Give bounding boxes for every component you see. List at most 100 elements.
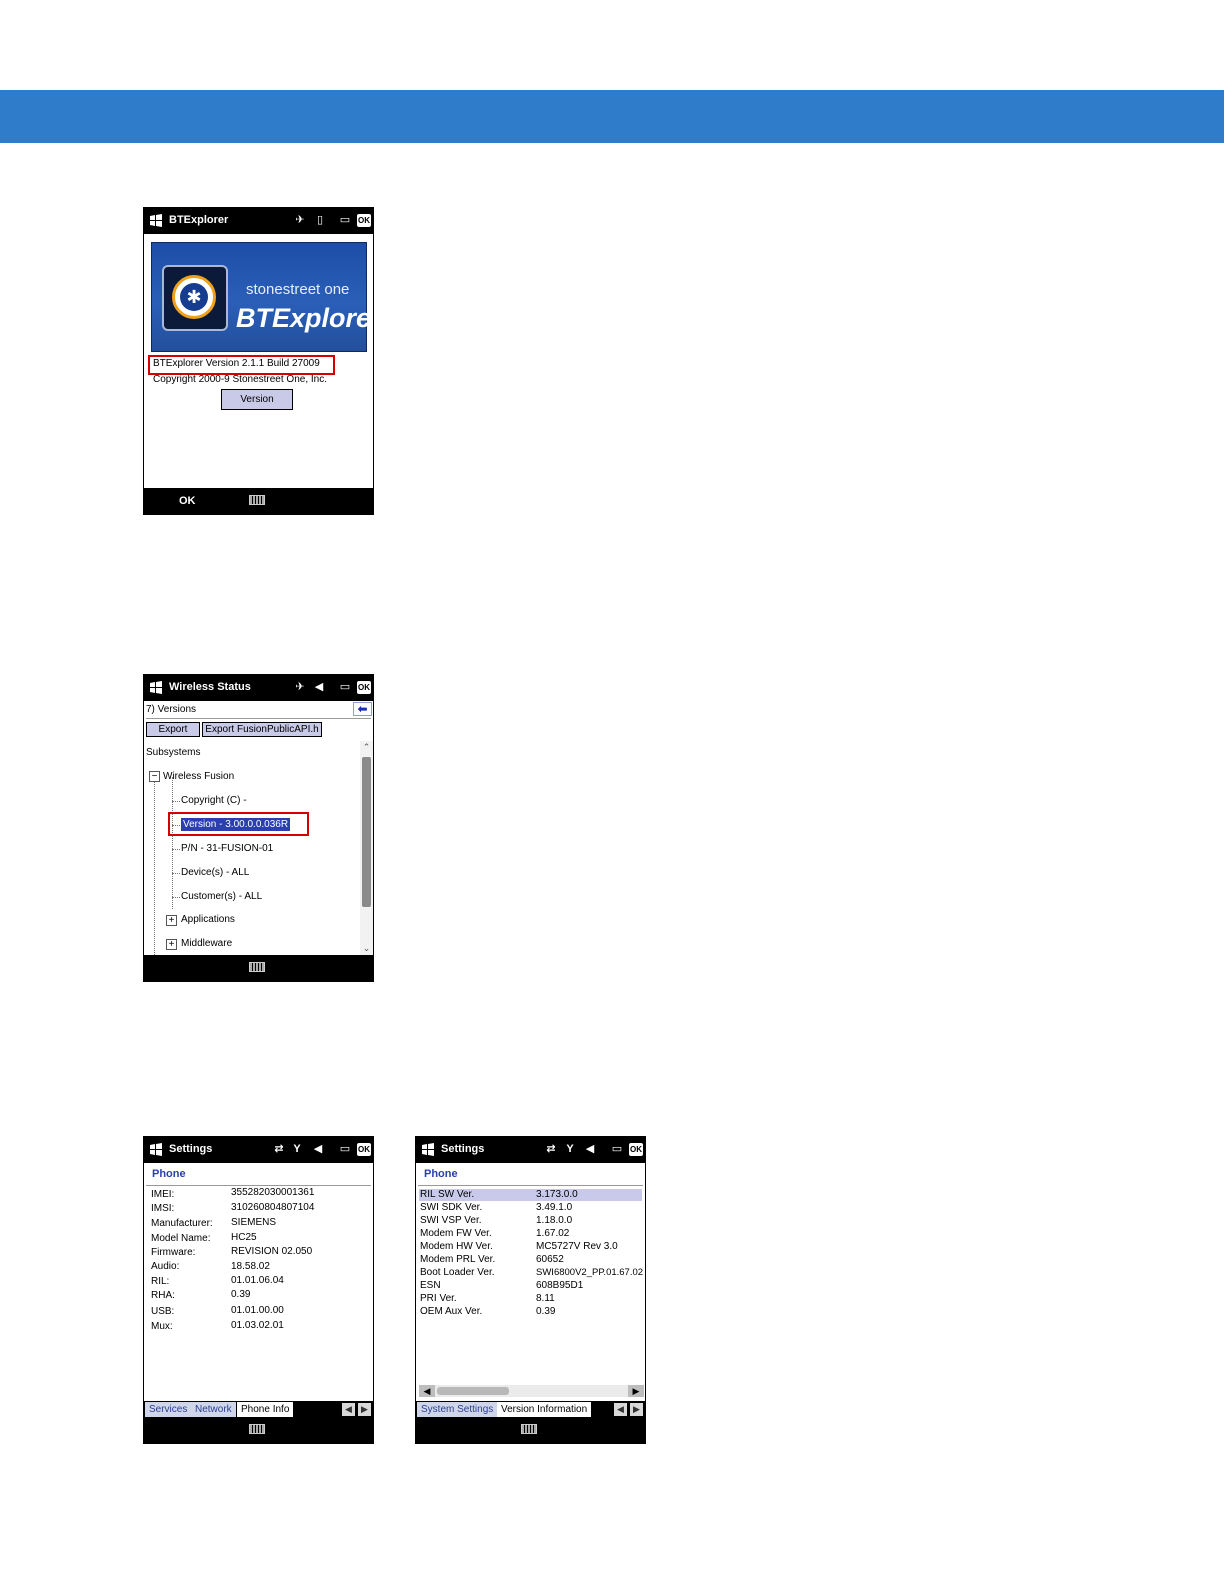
- row-value: 310260804807104: [231, 1202, 315, 1213]
- horizontal-scrollbar[interactable]: ◀ ▶: [419, 1385, 644, 1397]
- keyboard-icon[interactable]: [521, 1424, 537, 1434]
- row-label: RIL:: [151, 1276, 170, 1287]
- row-value[interactable]: 1.18.0.0: [536, 1215, 572, 1226]
- collapse-icon[interactable]: −: [149, 771, 160, 782]
- battery-charging-icon[interactable]: ▭: [608, 1142, 626, 1157]
- window-title: Settings: [441, 1143, 485, 1155]
- scroll-left-button[interactable]: ◀: [419, 1385, 435, 1397]
- row-value: 0.39: [231, 1289, 251, 1300]
- windows-start-icon[interactable]: [421, 1143, 435, 1156]
- wireless-status-screen: Wireless Status ✈ ◀ ▭ OK 7) Versions ⬅ E…: [143, 674, 374, 982]
- btexplorer-logo: ✱ stonestreet one BTExplorer: [151, 242, 373, 352]
- windows-start-icon[interactable]: [149, 214, 163, 227]
- ok-close-button[interactable]: OK: [357, 214, 371, 227]
- row-label[interactable]: SWI VSP Ver.: [420, 1215, 482, 1226]
- speaker-muted-icon[interactable]: ◀: [311, 1142, 325, 1157]
- tree-group-middleware[interactable]: Middleware: [181, 938, 232, 949]
- tab-scroll-left-button[interactable]: ◀: [614, 1403, 627, 1416]
- row-value[interactable]: MC5727V Rev 3.0: [536, 1241, 618, 1252]
- tree-root-label[interactable]: Wireless Fusion: [163, 771, 234, 782]
- row-label[interactable]: Modem FW Ver.: [420, 1228, 492, 1239]
- tab-version-information[interactable]: Version Information: [497, 1402, 592, 1418]
- row-label[interactable]: RIL SW Ver.: [420, 1189, 474, 1200]
- row-label[interactable]: SWI SDK Ver.: [420, 1202, 482, 1213]
- row-label[interactable]: ESN: [420, 1280, 441, 1291]
- windows-start-icon[interactable]: [149, 1143, 163, 1156]
- expand-icon[interactable]: +: [166, 915, 177, 926]
- row-label[interactable]: Boot Loader Ver.: [420, 1267, 495, 1278]
- expand-icon[interactable]: +: [166, 939, 177, 950]
- row-label[interactable]: PRI Ver.: [420, 1293, 457, 1304]
- battery-icon[interactable]: ▭: [336, 680, 354, 695]
- data-sync-icon[interactable]: ⇄: [271, 1142, 287, 1157]
- row-value: 01.01.06.04: [231, 1275, 284, 1286]
- windows-start-icon[interactable]: [149, 681, 163, 694]
- export-button[interactable]: Export: [146, 722, 200, 737]
- tab-phone-info[interactable]: Phone Info: [237, 1402, 294, 1418]
- row-value[interactable]: 608B95D1: [536, 1280, 583, 1291]
- keyboard-icon[interactable]: [249, 962, 265, 972]
- scroll-right-button[interactable]: ▶: [628, 1385, 644, 1397]
- tree-group-applications[interactable]: Applications: [181, 914, 235, 925]
- signal-strength-icon[interactable]: Y: [563, 1142, 577, 1157]
- tree-item-copyright[interactable]: Copyright (C) -: [181, 795, 247, 806]
- tab-scroll-right-button[interactable]: ▶: [630, 1403, 643, 1416]
- row-value[interactable]: SWI6800V2_PP.01.67.02: [536, 1267, 643, 1278]
- tree-guide: [154, 777, 155, 957]
- tab-network[interactable]: Network: [191, 1402, 236, 1418]
- keyboard-icon[interactable]: [249, 495, 265, 505]
- version-button[interactable]: Version: [221, 389, 293, 410]
- row-value: REVISION 02.050: [231, 1246, 313, 1257]
- ok-softkey[interactable]: OK: [179, 495, 196, 507]
- row-value[interactable]: 1.67.02: [536, 1228, 569, 1239]
- back-arrow-icon[interactable]: ⬅: [353, 702, 372, 716]
- vertical-scrollbar[interactable]: ⌃ ⌄: [360, 741, 373, 955]
- scroll-thumb[interactable]: [437, 1387, 509, 1395]
- row-label[interactable]: OEM Aux Ver.: [420, 1306, 482, 1317]
- tab-services[interactable]: Services: [145, 1402, 192, 1418]
- scroll-up-button[interactable]: ⌃: [360, 741, 373, 754]
- speaker-muted-icon[interactable]: ◀: [583, 1142, 597, 1157]
- title-bar: Settings ⇄ Y ◀ ▭ OK: [416, 1137, 645, 1163]
- battery-charging-icon[interactable]: ▭: [336, 1142, 354, 1157]
- bluetooth-status-icon[interactable]: ✈: [291, 213, 309, 228]
- row-value[interactable]: 3.49.1.0: [536, 1202, 572, 1213]
- ok-close-button[interactable]: OK: [629, 1143, 643, 1156]
- scroll-thumb[interactable]: [362, 757, 371, 907]
- bluetooth-status-icon[interactable]: ✈: [291, 680, 309, 695]
- row-value[interactable]: 60652: [536, 1254, 564, 1265]
- row-label[interactable]: Modem HW Ver.: [420, 1241, 493, 1252]
- ok-close-button[interactable]: OK: [357, 681, 371, 694]
- title-bar: Wireless Status ✈ ◀ ▭ OK: [144, 675, 373, 701]
- tree-branch: [172, 897, 180, 898]
- copyright-text: Copyright 2000-9 Stonestreet One, Inc.: [153, 374, 327, 385]
- row-value[interactable]: 8.11: [536, 1293, 555, 1304]
- row-value[interactable]: 0.39: [536, 1306, 555, 1317]
- data-sync-icon[interactable]: ⇄: [543, 1142, 559, 1157]
- section-heading: Phone: [152, 1168, 186, 1180]
- row-label[interactable]: Modem PRL Ver.: [420, 1254, 495, 1265]
- section-heading: Phone: [424, 1168, 458, 1180]
- row-value: 01.03.02.01: [231, 1320, 284, 1331]
- tree-branch: [172, 849, 180, 850]
- tree-item-part-number[interactable]: P/N - 31-FUSION-01: [181, 843, 273, 854]
- tree-item-devices[interactable]: Device(s) - ALL: [181, 867, 249, 878]
- antenna-icon[interactable]: Y: [291, 1142, 303, 1157]
- tab-system-settings[interactable]: System Settings: [417, 1402, 498, 1418]
- speaker-muted-icon[interactable]: ◀: [312, 680, 326, 695]
- soft-key-bar: [416, 1417, 645, 1443]
- header-banner: [0, 90, 1224, 143]
- vibrate-icon[interactable]: ▯: [313, 213, 327, 228]
- ok-close-button[interactable]: OK: [357, 1143, 371, 1156]
- row-value[interactable]: 3.173.0.0: [536, 1189, 578, 1200]
- tree-item-customers[interactable]: Customer(s) - ALL: [181, 891, 262, 902]
- battery-icon[interactable]: ▭: [336, 213, 354, 228]
- soft-key-bar: [144, 955, 373, 981]
- export-fusion-api-button[interactable]: Export FusionPublicAPI.h: [202, 722, 322, 737]
- soft-key-bar: OK: [144, 488, 373, 514]
- subsystems-label: Subsystems: [146, 747, 201, 758]
- tab-scroll-right-button[interactable]: ▶: [358, 1403, 371, 1416]
- keyboard-icon[interactable]: [249, 1424, 265, 1434]
- scroll-down-button[interactable]: ⌄: [360, 942, 373, 955]
- tab-scroll-left-button[interactable]: ◀: [342, 1403, 355, 1416]
